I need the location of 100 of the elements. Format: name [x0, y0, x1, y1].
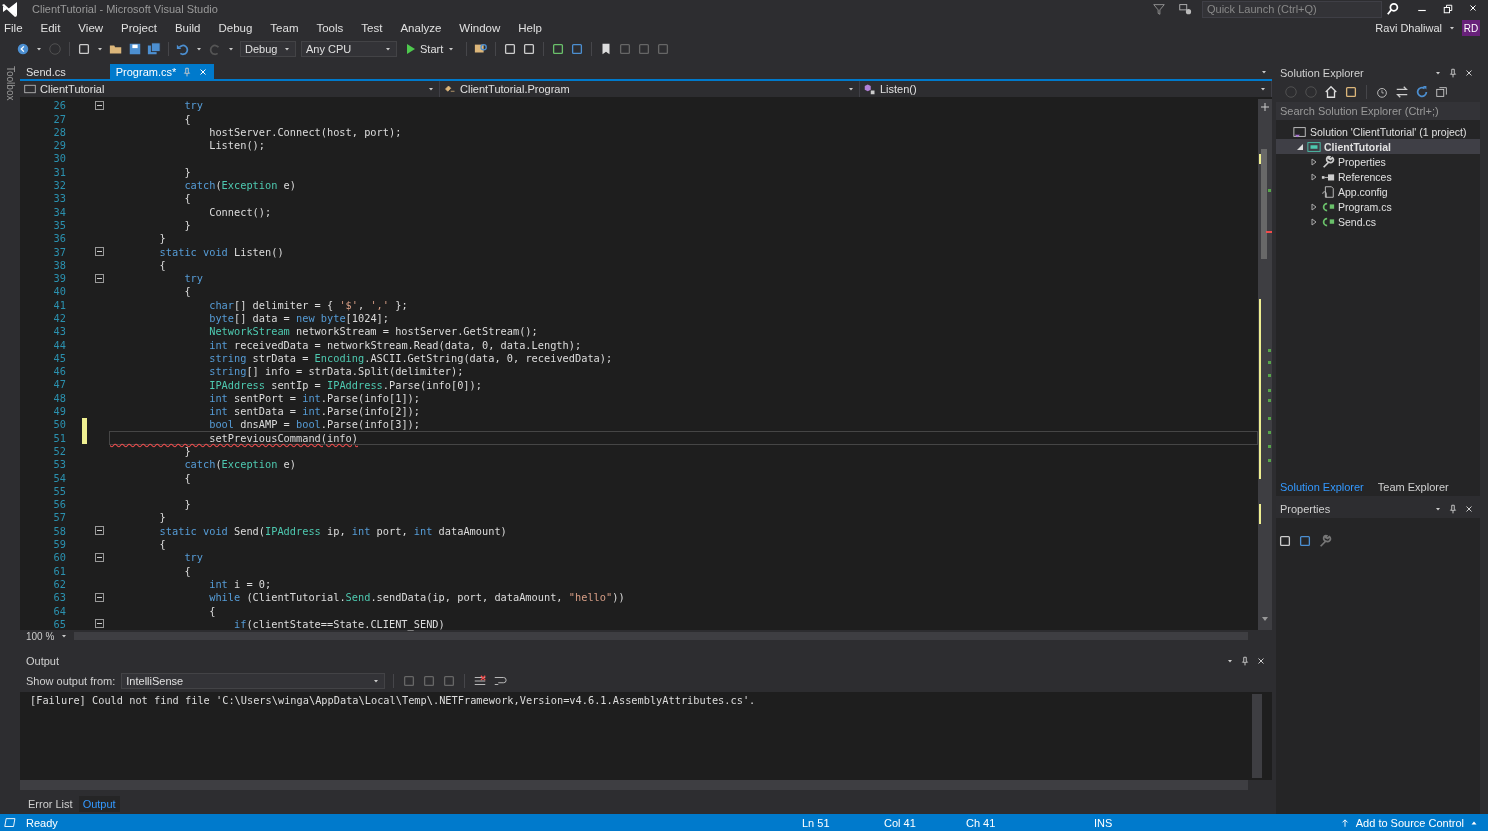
panel-tab[interactable]: Team Explorer	[1373, 478, 1453, 496]
save-icon[interactable]	[128, 42, 142, 56]
quick-launch-field[interactable]: Quick Launch (Ctrl+Q)	[1202, 0, 1382, 18]
dropdown-caret-icon[interactable]	[447, 45, 456, 53]
save-all-icon[interactable]	[147, 42, 161, 56]
wrench-icon[interactable]	[1321, 154, 1335, 169]
method-icon[interactable]	[864, 82, 876, 95]
dropdown-caret-icon[interactable]	[1448, 24, 1456, 32]
dropdown-caret-icon[interactable]	[1434, 69, 1442, 77]
configuration-dropdown[interactable]: Debug	[240, 41, 296, 57]
menu-item[interactable]: Build	[165, 22, 210, 34]
toolbox-tab[interactable]: Toolbox	[4, 64, 16, 814]
search-field[interactable]: Search Solution Explorer (Ctrl+;)	[1276, 102, 1480, 120]
panel-tab[interactable]: Output	[78, 796, 120, 812]
document-tab[interactable]: Send.cs	[20, 64, 72, 80]
dropdown-caret-icon[interactable]	[372, 677, 381, 685]
close-icon[interactable]	[1256, 656, 1266, 666]
menu-item[interactable]: Project	[112, 22, 166, 34]
filter-icon[interactable]	[1152, 2, 1166, 16]
pin-icon[interactable]	[1448, 68, 1458, 78]
collapse-icon[interactable]	[94, 552, 104, 562]
menu-item[interactable]: File	[0, 22, 32, 34]
dropdown-caret-icon[interactable]	[227, 45, 235, 53]
refresh-icon[interactable]	[1415, 85, 1429, 99]
code-line: {	[183, 192, 191, 205]
search-icon[interactable]	[1386, 2, 1400, 16]
close-icon[interactable]	[1464, 68, 1474, 78]
code-line: byte[] data = new byte[1024];	[208, 312, 389, 324]
menu-item[interactable]: View	[69, 22, 113, 34]
home-icon[interactable]	[1324, 85, 1338, 99]
navigation-dropdown[interactable]: ClientTutorial	[20, 81, 440, 97]
code-line: string strData = Encoding.ASCII.GetString(data, 0, receivedData);	[208, 351, 613, 364]
panel-tab[interactable]: Solution Explorer	[1276, 478, 1368, 496]
project-icon[interactable]	[24, 82, 36, 95]
dropdown-caret-icon[interactable]	[96, 45, 104, 53]
close-icon[interactable]	[1468, 3, 1478, 13]
upload-arrow-icon[interactable]	[1339, 817, 1350, 828]
restore-icon[interactable]	[1442, 3, 1454, 15]
output-source-dropdown[interactable]: IntelliSense	[121, 673, 386, 689]
pin-icon[interactable]	[1448, 504, 1458, 514]
collapse-arrow-icon[interactable]	[1296, 142, 1304, 151]
code-line: catch(Exception e)	[183, 179, 296, 192]
solution-icon[interactable]	[1293, 124, 1307, 139]
dropdown-caret-icon[interactable]	[35, 45, 43, 53]
history-icon[interactable]	[1375, 85, 1389, 99]
collapse-icon[interactable]	[94, 100, 104, 110]
tree-item[interactable]: Properties	[1276, 154, 1480, 169]
navigation-dropdown[interactable]: ClientTutorial.Program	[440, 81, 860, 97]
dropdown-caret-icon[interactable]	[1226, 657, 1234, 665]
tree-item[interactable]: Program.cs	[1276, 199, 1480, 214]
tree-item[interactable]: ClientTutorial	[1276, 139, 1480, 154]
code-line: string[] info = strData.Split(delimiter);	[208, 365, 464, 378]
clear-all-icon[interactable]	[473, 674, 488, 688]
menu-item[interactable]: Edit	[31, 22, 70, 34]
menu-item[interactable]: Tools	[307, 22, 353, 34]
expand-arrow-icon[interactable]	[1310, 202, 1318, 211]
collapse-icon[interactable]	[94, 619, 104, 629]
collapse-icon[interactable]	[94, 592, 104, 602]
menu-item[interactable]: Help	[509, 22, 551, 34]
menu-item[interactable]: Analyze	[391, 22, 451, 34]
pin-icon[interactable]	[1240, 656, 1250, 666]
word-wrap-icon[interactable]	[493, 674, 508, 688]
sync-icon[interactable]	[1395, 85, 1409, 99]
dropdown-caret-icon[interactable]	[283, 45, 291, 53]
platform-dropdown[interactable]: Any CPU	[301, 41, 397, 57]
tree-item[interactable]: Solution 'ClientTutorial' (1 project)	[1276, 124, 1480, 139]
expand-arrow-icon[interactable]	[1310, 157, 1318, 166]
tree-item[interactable]: Send.cs	[1276, 214, 1480, 229]
collapse-icon[interactable]	[94, 273, 104, 283]
add-to-source-control-button[interactable]: Add to Source Control	[1355, 816, 1464, 829]
user-name[interactable]: Ravi Dhaliwal	[1375, 22, 1442, 34]
dropdown-caret-icon[interactable]	[384, 45, 392, 53]
horizontal-scrollbar[interactable]	[20, 780, 1248, 790]
menu-item[interactable]: Debug	[209, 22, 262, 34]
menu-item[interactable]: Test	[352, 22, 392, 34]
tree-item[interactable]: App.config	[1276, 184, 1480, 199]
panel-tab[interactable]: Error List	[24, 796, 77, 812]
collapse-all-icon[interactable]	[1435, 85, 1449, 99]
zoom-dropdown[interactable]: 100 %	[20, 630, 75, 642]
dropdown-caret-icon[interactable]	[195, 45, 203, 53]
collapse-icon[interactable]	[94, 526, 104, 536]
start-button[interactable]: Start	[402, 43, 460, 55]
line-number: 26	[52, 99, 66, 112]
collapse-icon[interactable]	[94, 247, 104, 256]
scrollbar[interactable]	[1252, 694, 1262, 778]
close-icon[interactable]	[1464, 504, 1474, 514]
tree-item[interactable]: References	[1276, 169, 1480, 184]
expand-arrow-icon[interactable]	[1310, 217, 1318, 226]
csharp-project-icon[interactable]	[1307, 139, 1321, 154]
expand-arrow-icon[interactable]	[1310, 172, 1318, 181]
menu-item[interactable]: Window	[450, 22, 510, 34]
undo-icon[interactable]	[176, 42, 190, 56]
config-file-icon[interactable]	[1321, 184, 1335, 199]
dropdown-caret-icon[interactable]	[1434, 505, 1442, 513]
menu-item[interactable]: Team	[261, 22, 308, 34]
scrollbar[interactable]	[1258, 98, 1272, 631]
user-avatar[interactable]: RD	[1462, 20, 1480, 36]
navigation-dropdown[interactable]: Listen()	[860, 81, 1272, 97]
find-in-files-icon[interactable]	[474, 42, 489, 56]
panel-title: Output	[26, 655, 60, 667]
